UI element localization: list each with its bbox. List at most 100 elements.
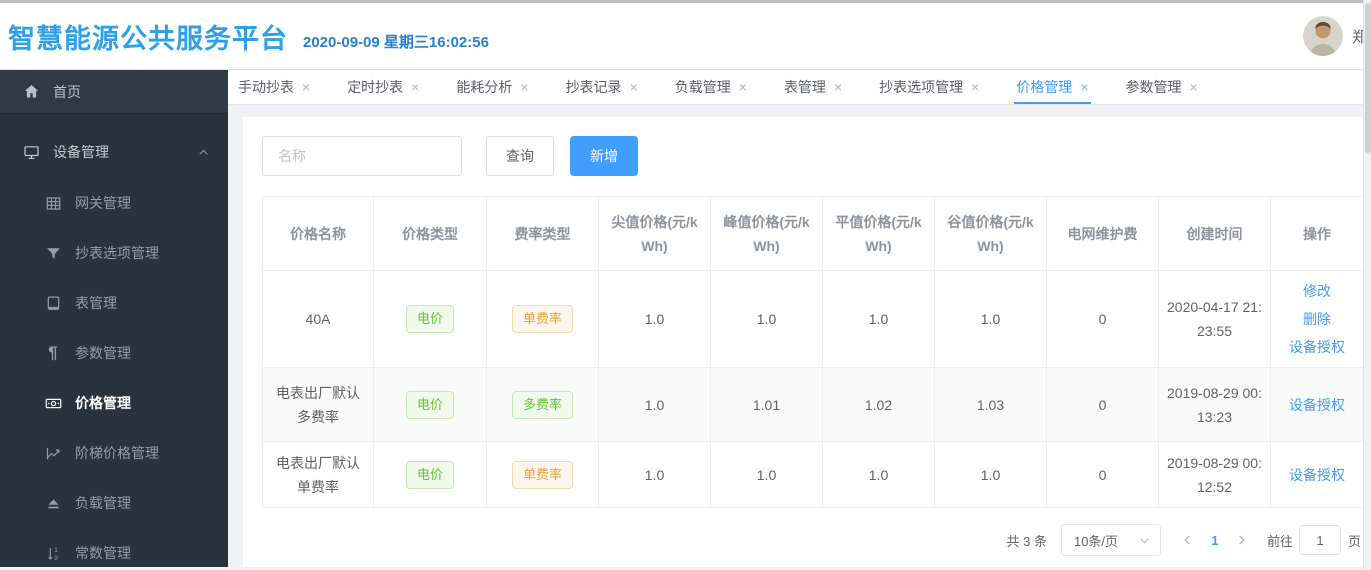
- sidebar-item-label: 价格管理: [75, 395, 131, 411]
- tab-label: 抄表记录: [565, 79, 622, 95]
- authorize-device-link[interactable]: 设备授权: [1289, 333, 1345, 361]
- column-header: 操作: [1270, 196, 1364, 271]
- money-icon: [44, 394, 62, 412]
- sort-numeric-icon: 19: [44, 544, 62, 562]
- close-icon[interactable]: ×: [1080, 79, 1088, 95]
- cell-sharp-price: 1.0: [598, 367, 711, 442]
- sidebar-item-gateway-management[interactable]: 网关管理: [0, 178, 228, 228]
- status-badge: 电价: [405, 460, 454, 489]
- cell-peak-price: 1.01: [710, 367, 823, 442]
- next-page-button[interactable]: [1229, 534, 1255, 546]
- tab-负载管理[interactable]: 负载管理 ×: [675, 70, 747, 104]
- cell-grid-maintenance-fee: 0: [1046, 441, 1159, 508]
- pilcrow-icon: ¶: [48, 343, 58, 362]
- cell-created-time: 2020-04-17 21:23:55: [1158, 270, 1271, 368]
- query-button[interactable]: 查询: [486, 136, 554, 176]
- cell-grid-maintenance-fee: 0: [1046, 270, 1159, 368]
- tab-价格管理[interactable]: 价格管理 ×: [1014, 70, 1091, 104]
- sidebar-item-home[interactable]: 首页: [0, 70, 228, 114]
- cell-rate-type: 多费率: [486, 367, 599, 442]
- tab-能耗分析[interactable]: 能耗分析 ×: [456, 70, 528, 104]
- sidebar-item-meter-management[interactable]: 表管理: [0, 278, 228, 328]
- tab-表管理[interactable]: 表管理 ×: [784, 70, 842, 104]
- authorize-device-link[interactable]: 设备授权: [1289, 461, 1345, 489]
- column-header: 电网维护费: [1046, 196, 1159, 271]
- add-button[interactable]: 新增: [570, 136, 638, 176]
- cell-created-time: 2019-08-29 00:12:52: [1158, 441, 1271, 508]
- tab-手动抄表[interactable]: 手动抄表 ×: [238, 70, 310, 104]
- cell-peak-price: 1.0: [710, 441, 823, 508]
- page-number[interactable]: 1: [1201, 533, 1229, 548]
- table-row: 40A 电价 单费率 1.0 1.0 1.0 1.0 0 2020-04-17 21:23:55…: [262, 270, 1364, 368]
- page-title: 智慧能源公共服务平台: [8, 23, 288, 54]
- cell-price-type: 电价: [373, 270, 487, 368]
- prev-page-button[interactable]: [1175, 534, 1201, 546]
- sidebar-item-device-management[interactable]: 设备管理: [0, 126, 228, 178]
- close-icon[interactable]: ×: [411, 79, 419, 95]
- close-icon[interactable]: ×: [520, 79, 528, 95]
- svg-text:9: 9: [54, 554, 58, 561]
- scrollbar-thumb[interactable]: [1365, 3, 1371, 153]
- app-header: 智慧能源公共服务平台 2020-09-09 星期三16:02:56 郑: [0, 0, 1371, 70]
- cell-flat-price: 1.02: [822, 367, 935, 442]
- close-icon[interactable]: ×: [630, 79, 638, 95]
- close-icon[interactable]: ×: [834, 79, 842, 95]
- tab-label: 负载管理: [674, 79, 731, 95]
- pagination: 共 3 条 10条/页 1 前往 1 页: [262, 524, 1363, 556]
- tab-label: 手动抄表: [238, 79, 294, 95]
- sidebar-item-load-management[interactable]: 负载管理: [0, 478, 228, 528]
- tab-label: 参数管理: [1125, 79, 1182, 95]
- sidebar-item-label: 负载管理: [75, 495, 131, 511]
- sidebar-item-parameter-management[interactable]: ¶ 参数管理: [0, 328, 228, 378]
- cell-valley-price: 1.0: [934, 270, 1047, 368]
- chart-icon: [44, 444, 62, 462]
- page-size-select[interactable]: 10条/页: [1060, 524, 1161, 556]
- authorize-device-link[interactable]: 设备授权: [1289, 391, 1345, 419]
- grid-icon: [44, 194, 62, 212]
- sidebar-item-label: 常数管理: [75, 545, 131, 561]
- close-icon[interactable]: ×: [302, 79, 310, 95]
- status-badge: 电价: [405, 305, 454, 333]
- pagination-total: 共 3 条: [1006, 533, 1047, 549]
- eject-icon: [44, 494, 62, 512]
- goto-label: 前往: [1266, 533, 1293, 549]
- goto-page-input[interactable]: [1298, 525, 1341, 555]
- page-unit-label: 页: [1347, 533, 1361, 549]
- toolbar: 查询 新增: [262, 136, 1363, 176]
- tab-抄表选项管理[interactable]: 抄表选项管理 ×: [879, 70, 979, 104]
- cell-rate-type: 单费率: [486, 441, 599, 508]
- tab-参数管理[interactable]: 参数管理 ×: [1126, 70, 1198, 104]
- close-icon[interactable]: ×: [971, 79, 979, 95]
- column-header: 创建时间: [1158, 196, 1271, 271]
- monitor-icon: [22, 143, 40, 161]
- column-header: 峰值价格(元/kWh): [710, 196, 823, 271]
- cell-actions: 设备授权: [1270, 367, 1364, 442]
- edit-link[interactable]: 修改: [1303, 277, 1331, 305]
- delete-link[interactable]: 删除: [1303, 305, 1331, 333]
- tab-定时抄表[interactable]: 定时抄表 ×: [347, 70, 419, 104]
- avatar[interactable]: [1302, 16, 1343, 56]
- cell-valley-price: 1.03: [934, 367, 1047, 442]
- sidebar-item-label: 设备管理: [53, 144, 109, 160]
- sidebar-item-label: 抄表选项管理: [75, 245, 159, 261]
- sidebar-item-label: 表管理: [75, 295, 117, 311]
- tab-抄表记录[interactable]: 抄表记录 ×: [566, 70, 638, 104]
- sidebar-item-meter-read-options[interactable]: 抄表选项管理: [0, 228, 228, 278]
- sidebar-item-constant-management[interactable]: 1 9 常数管理: [0, 528, 228, 567]
- cell-price-name: 电表出厂默认单费率: [262, 441, 374, 508]
- content-area: 查询 新增 价格名称价格类型费率类型尖值价格(元/kWh)峰值价格(元/kWh)…: [228, 105, 1371, 567]
- close-icon[interactable]: ×: [739, 79, 747, 95]
- sidebar-item-label: 参数管理: [75, 345, 131, 361]
- cell-rate-type: 单费率: [486, 270, 599, 368]
- scrollbar[interactable]: [1363, 0, 1371, 570]
- cell-peak-price: 1.0: [710, 270, 823, 368]
- sidebar-item-price-management[interactable]: 价格管理: [0, 378, 228, 428]
- filter-icon: [44, 244, 62, 262]
- cell-price-type: 电价: [373, 441, 487, 508]
- chevron-left-icon: [1184, 535, 1191, 545]
- sidebar-item-tiered-price-management[interactable]: 阶梯价格管理: [0, 428, 228, 478]
- chevron-up-icon: [197, 146, 210, 162]
- search-input[interactable]: [262, 136, 462, 176]
- column-header: 尖值价格(元/kWh): [598, 196, 711, 271]
- close-icon[interactable]: ×: [1190, 79, 1198, 95]
